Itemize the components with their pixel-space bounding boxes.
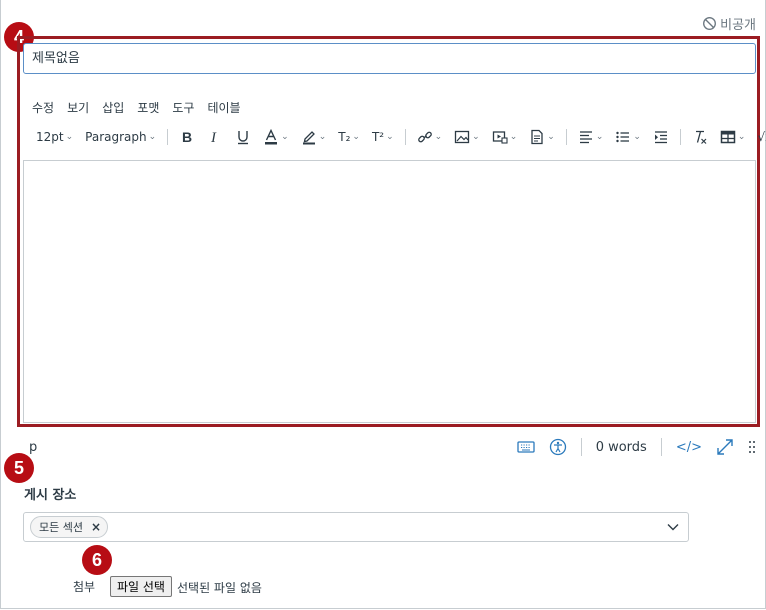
list-button[interactable]: ⌄ — [609, 126, 647, 148]
superscript-icon: T² — [371, 130, 385, 144]
private-status: 비공개 — [702, 14, 756, 33]
menu-table[interactable]: 테이블 — [207, 99, 240, 116]
clear-formatting-icon — [695, 130, 707, 144]
table-button[interactable]: ⌄ — [714, 126, 752, 148]
document-button[interactable]: ⌄ — [523, 126, 561, 148]
superscript-button[interactable]: T² ⌄ — [366, 126, 400, 148]
editor-menubar: 수정 보기 삽입 포맷 도구 테이블 — [32, 99, 241, 116]
statusbar-divider — [660, 438, 662, 456]
link-icon — [417, 131, 432, 143]
chevron-down-icon: ⌄ — [509, 132, 518, 142]
text-color-icon — [265, 129, 278, 145]
keyboard-icon[interactable] — [517, 440, 535, 454]
indent-button[interactable] — [647, 126, 675, 148]
editor-statusbar: p 0 words </> — [23, 436, 756, 458]
svg-text:B: B — [182, 129, 192, 145]
html-editor-toggle[interactable]: </> — [676, 440, 702, 455]
media-button[interactable]: ⌄ — [486, 126, 524, 148]
toolbar-divider — [167, 129, 169, 145]
block-format-value: Paragraph — [85, 130, 147, 144]
subscript-button[interactable]: T₂ ⌄ — [332, 126, 366, 148]
font-size-value: 12pt — [36, 130, 64, 144]
chevron-down-icon: ⌄ — [595, 132, 604, 142]
menu-insert[interactable]: 삽입 — [102, 99, 124, 116]
equation-button[interactable]: √x — [751, 126, 766, 148]
document-icon — [531, 129, 543, 145]
accessibility-icon[interactable] — [549, 438, 567, 456]
resize-handle-icon[interactable] — [748, 439, 756, 455]
image-icon — [455, 130, 470, 144]
chevron-down-icon: ⌄ — [65, 132, 74, 142]
menu-tools[interactable]: 도구 — [172, 99, 194, 116]
chevron-down-icon: ⌄ — [148, 132, 157, 142]
section-chip-label: 모든 섹션 — [39, 521, 83, 534]
chevron-down-icon: ⌄ — [434, 132, 443, 142]
italic-icon: I — [210, 130, 217, 145]
post-to-select[interactable]: 모든 섹션 × — [23, 512, 689, 542]
toolbar-divider — [404, 129, 406, 145]
step-badge-6: 6 — [82, 545, 112, 575]
title-input[interactable] — [23, 43, 756, 74]
chevron-down-icon: ⌄ — [352, 132, 360, 142]
chevron-down-icon: ⌄ — [737, 132, 746, 142]
block-format-select[interactable]: Paragraph ⌄ — [79, 126, 162, 148]
choose-file-button[interactable]: 파일 선택 — [110, 576, 172, 597]
step-badge-5: 5 — [4, 453, 34, 483]
editor-body[interactable] — [23, 160, 756, 423]
sqrt-icon: √x — [757, 130, 766, 144]
chevron-down-icon: ⌄ — [472, 132, 480, 142]
image-button[interactable]: ⌄ — [448, 126, 486, 148]
chevron-down-icon: ⌄ — [318, 132, 327, 142]
highlighter-icon — [302, 131, 315, 145]
chip-remove-button[interactable]: × — [91, 520, 101, 534]
link-button[interactable]: ⌄ — [411, 126, 449, 148]
italic-button[interactable]: I — [201, 126, 229, 148]
chevron-down-icon[interactable] — [666, 520, 680, 534]
editor-toolbar: 12pt ⌄ Paragraph ⌄ B I ⌄ ⌄ T₂ ⌄ T² ⌄ ⌄ ⌄… — [36, 126, 766, 148]
attach-label: 첨부 — [73, 580, 96, 594]
table-icon — [720, 130, 736, 144]
chevron-down-icon: ⌄ — [633, 132, 641, 142]
statusbar-divider — [580, 438, 582, 456]
bold-icon: B — [182, 129, 192, 145]
bullet-list-icon — [616, 131, 630, 143]
element-path[interactable]: p — [29, 440, 37, 455]
bold-button[interactable]: B — [173, 126, 201, 148]
chevron-down-icon: ⌄ — [547, 132, 555, 142]
align-left-icon — [579, 131, 592, 144]
media-icon — [492, 131, 508, 144]
no-file-text: 선택된 파일 없음 — [177, 581, 262, 595]
toolbar-divider — [679, 129, 681, 145]
toolbar-divider — [565, 129, 567, 145]
private-label: 비공개 — [720, 18, 756, 33]
word-count: 0 words — [595, 439, 647, 455]
menu-edit[interactable]: 수정 — [32, 99, 54, 116]
highlight-color-button[interactable]: ⌄ — [295, 126, 333, 148]
post-to-label: 게시 장소 — [24, 488, 77, 503]
text-color-button[interactable]: ⌄ — [257, 126, 295, 148]
align-button[interactable]: ⌄ — [572, 126, 610, 148]
unpublished-icon — [703, 17, 717, 30]
svg-text:I: I — [210, 130, 217, 145]
menu-format[interactable]: 포맷 — [137, 99, 159, 116]
chevron-down-icon: ⌄ — [386, 132, 394, 142]
clear-formatting-button[interactable] — [686, 126, 714, 148]
font-size-select[interactable]: 12pt ⌄ — [36, 126, 79, 148]
section-chip: 모든 섹션 × — [30, 516, 109, 538]
underline-button[interactable] — [229, 126, 257, 148]
underline-icon — [238, 131, 249, 145]
indent-icon — [654, 131, 667, 144]
subscript-icon: T₂ — [338, 130, 351, 144]
fullscreen-icon[interactable] — [716, 438, 734, 456]
menu-view[interactable]: 보기 — [67, 99, 89, 116]
chevron-down-icon: ⌄ — [281, 132, 289, 142]
